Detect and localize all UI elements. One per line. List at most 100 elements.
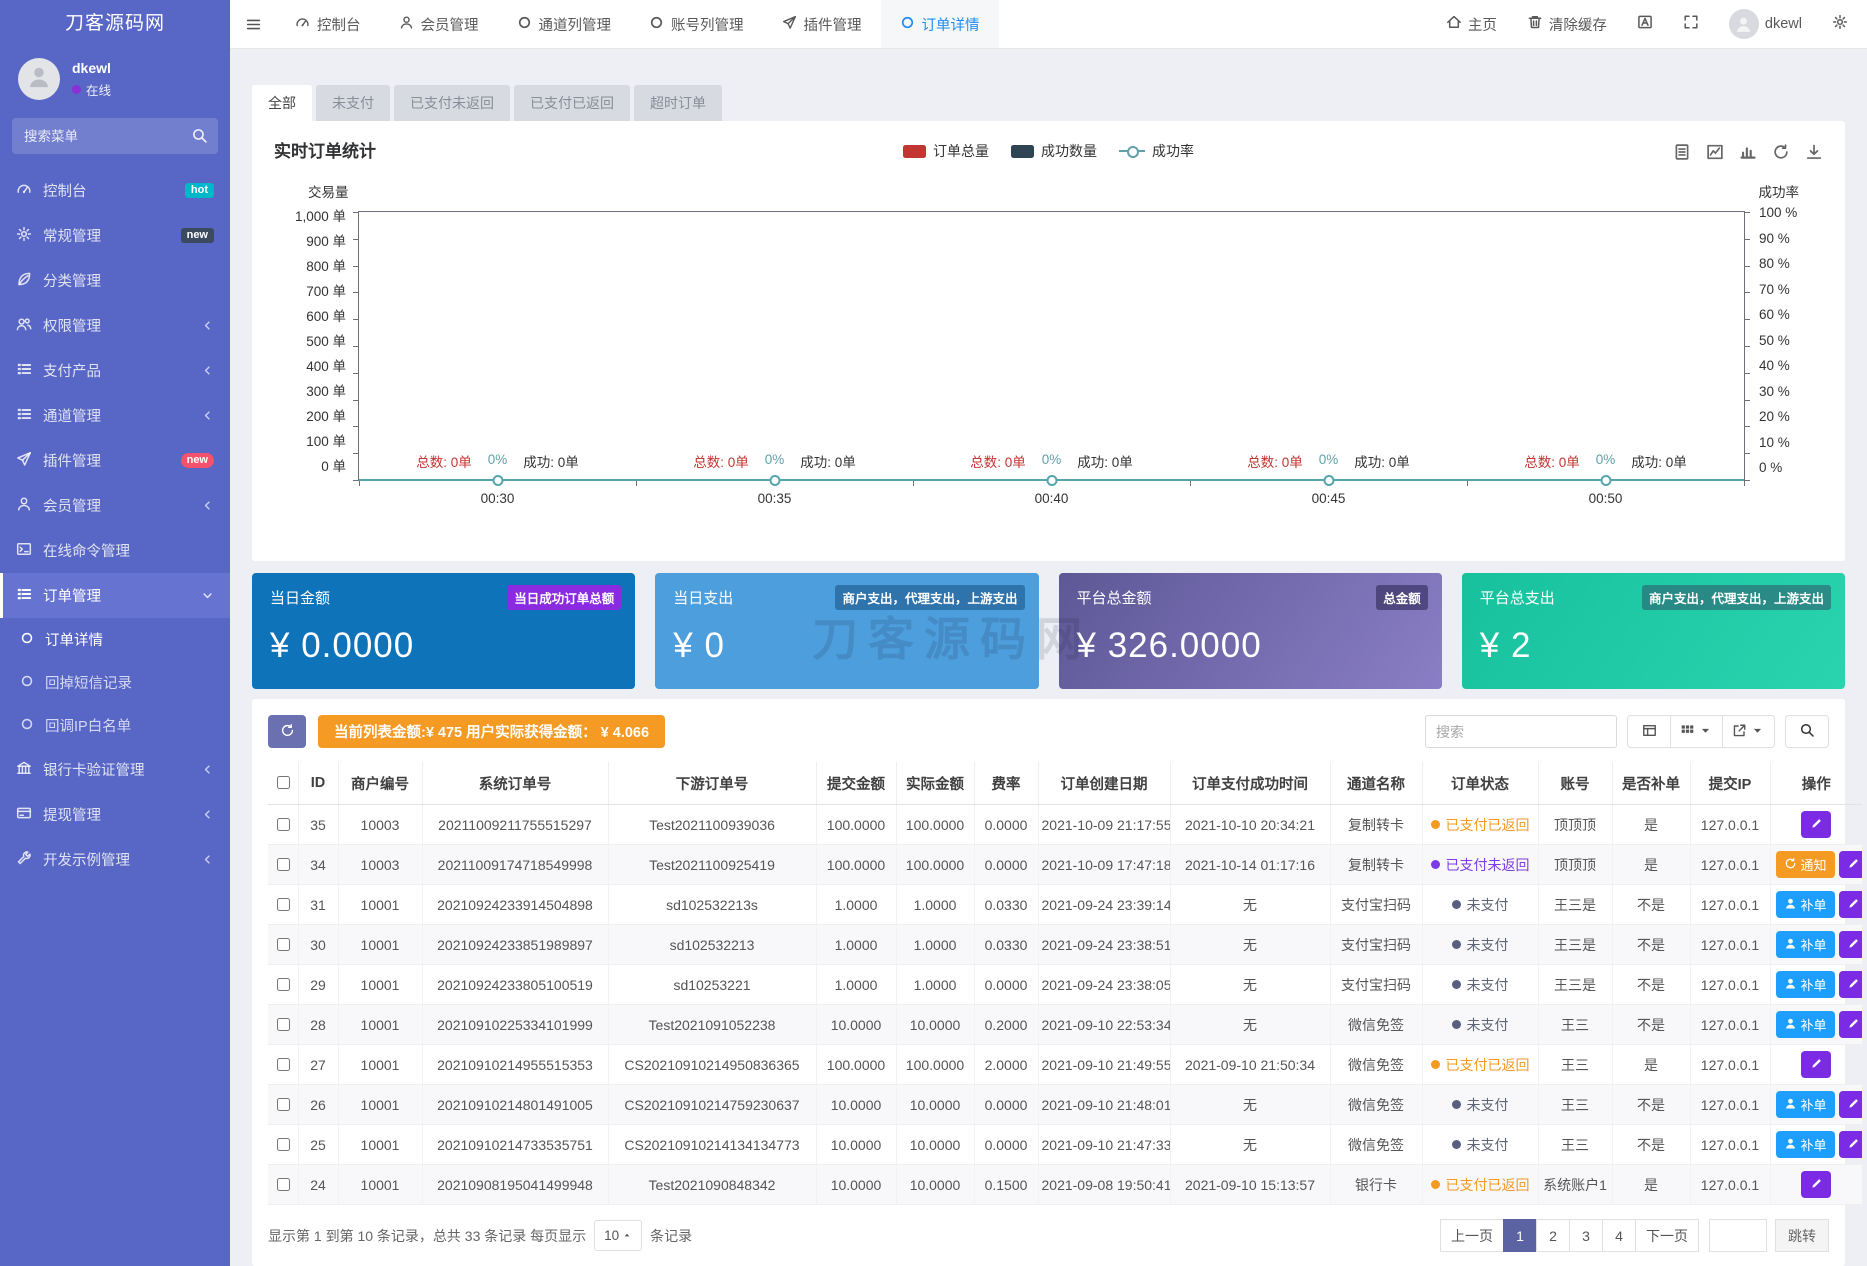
rate-label: 0%	[1042, 452, 1062, 467]
select-all-checkbox[interactable]	[277, 776, 290, 789]
edit-action-button[interactable]	[1801, 1171, 1831, 1198]
records-summary: 显示第 1 到第 10 条记录，总共 33 条记录 每页显示 10 条记录	[268, 1220, 692, 1251]
sidebar-item[interactable]: 权限管理	[0, 303, 230, 348]
toolbox-bar-chart-icon[interactable]	[1739, 143, 1757, 166]
reissue-action-button[interactable]: 补单	[1776, 1091, 1835, 1118]
sidebar-item[interactable]: 通道管理	[0, 393, 230, 438]
row-checkbox[interactable]	[277, 1098, 290, 1111]
reissue-action-button[interactable]: 补单	[1776, 891, 1835, 918]
settings-button[interactable]	[1819, 0, 1861, 48]
reissue-action-button[interactable]: 补单	[1776, 1011, 1835, 1038]
clear-cache-button[interactable]: 清除缓存	[1514, 0, 1620, 48]
sidebar-item[interactable]: 分类管理	[0, 258, 230, 303]
avatar	[1729, 9, 1759, 39]
page-button-1[interactable]: 1	[1503, 1219, 1537, 1252]
reissue-action-button[interactable]: 补单	[1776, 931, 1835, 958]
edit-action-button[interactable]	[1801, 1051, 1831, 1078]
column-header: 账号	[1538, 762, 1612, 805]
page-button-3[interactable]: 3	[1569, 1219, 1603, 1252]
table-search-input[interactable]	[1425, 715, 1617, 748]
status-dot	[1452, 1020, 1461, 1029]
sidebar-item[interactable]: 开发示例管理	[0, 837, 230, 882]
topnav-item[interactable]: 插件管理	[763, 0, 881, 48]
page-size-select[interactable]: 10	[594, 1220, 642, 1251]
row-checkbox[interactable]	[277, 938, 290, 951]
sidebar-menu: 控制台hot常规管理new分类管理权限管理支付产品通道管理插件管理new 会员管理…	[0, 168, 230, 1266]
legend-item[interactable]: 成功数量	[1011, 141, 1097, 161]
toggle-pagination-button[interactable]	[1627, 715, 1671, 748]
sidebar-item[interactable]: 银行卡验证管理	[0, 747, 230, 792]
row-checkbox[interactable]	[277, 1178, 290, 1191]
sidebar-subitem[interactable]: 回掉短信记录	[0, 661, 230, 704]
sidebar-search-input[interactable]	[12, 118, 218, 154]
toolbox-data-view-icon[interactable]	[1673, 143, 1691, 166]
sidebar-item[interactable]: 在线命令管理	[0, 528, 230, 573]
edit-action-button[interactable]	[1839, 931, 1862, 958]
row-checkbox[interactable]	[277, 1018, 290, 1031]
tab-已支付未返回[interactable]: 已支付未返回	[394, 85, 510, 121]
reissue-action-button[interactable]: 补单	[1776, 1131, 1835, 1158]
prev-page-button[interactable]: 上一页	[1440, 1219, 1504, 1252]
sidebar-subitem[interactable]: 订单详情	[0, 618, 230, 661]
edit-action-button[interactable]	[1839, 891, 1862, 918]
fullscreen-button[interactable]	[1670, 0, 1712, 48]
legend-item[interactable]: 订单总量	[903, 141, 989, 161]
page-button-2[interactable]: 2	[1536, 1219, 1570, 1252]
search-button[interactable]	[1785, 715, 1829, 748]
edit-action-button[interactable]	[1839, 1131, 1862, 1158]
legend-item[interactable]: 成功率	[1119, 141, 1194, 161]
notify-action-button[interactable]: 通知	[1776, 851, 1835, 878]
toolbox-line-chart-icon[interactable]	[1706, 143, 1724, 166]
sidebar-item-label: 会员管理	[43, 495, 190, 516]
edit-action-button[interactable]	[1839, 1091, 1862, 1118]
topnav-item[interactable]: 会员管理	[380, 0, 498, 48]
sidebar-item[interactable]: 插件管理new	[0, 438, 230, 483]
page-button-4[interactable]: 4	[1602, 1219, 1636, 1252]
row-checkbox[interactable]	[277, 978, 290, 991]
sidebar-item[interactable]: 会员管理	[0, 483, 230, 528]
jump-button[interactable]: 跳转	[1775, 1219, 1829, 1252]
edit-action-button[interactable]	[1839, 1011, 1862, 1038]
y-axis-tick	[353, 346, 359, 347]
menu-toggle-icon[interactable]	[230, 16, 276, 33]
columns-button[interactable]	[1670, 715, 1723, 748]
home-button[interactable]: 主页	[1433, 0, 1510, 48]
tab-超时订单[interactable]: 超时订单	[634, 85, 722, 121]
user-menu[interactable]: dkewl	[1716, 0, 1815, 48]
sidebar-item[interactable]: 常规管理new	[0, 213, 230, 258]
row-checkbox[interactable]	[277, 1058, 290, 1071]
reissue-flag: 是	[1612, 805, 1690, 845]
toolbox-save-image-icon[interactable]	[1805, 143, 1823, 166]
topnav-item-label: 通道列管理	[539, 14, 612, 35]
reissue-action-button[interactable]: 补单	[1776, 971, 1835, 998]
next-page-button[interactable]: 下一页	[1635, 1219, 1699, 1252]
refresh-button[interactable]	[268, 715, 306, 748]
edit-action-button[interactable]	[1839, 851, 1862, 878]
row-checkbox[interactable]	[277, 818, 290, 831]
search-icon[interactable]	[191, 127, 208, 144]
sidebar-item[interactable]: 提现管理	[0, 792, 230, 837]
tab-未支付[interactable]: 未支付	[316, 85, 390, 121]
row-checkbox[interactable]	[277, 858, 290, 871]
toolbox-restore-icon[interactable]	[1772, 143, 1790, 166]
edit-action-button[interactable]	[1839, 971, 1862, 998]
topnav-item[interactable]: 控制台	[276, 0, 380, 48]
sidebar-item[interactable]: 控制台hot	[0, 168, 230, 213]
sidebar-item[interactable]: 支付产品	[0, 348, 230, 393]
export-button[interactable]	[1722, 715, 1775, 748]
tab-已支付已返回[interactable]: 已支付已返回	[514, 85, 630, 121]
row-checkbox[interactable]	[277, 1138, 290, 1151]
topnav-item[interactable]: 账号列管理	[630, 0, 763, 48]
topnav-item[interactable]: 订单详情	[881, 0, 999, 48]
sidebar-item[interactable]: 订单管理	[0, 573, 230, 618]
jump-page-input[interactable]	[1709, 1219, 1767, 1252]
sidebar-subitem[interactable]: 回调IP白名单	[0, 704, 230, 747]
language-button[interactable]	[1624, 0, 1666, 48]
tab-全部[interactable]: 全部	[252, 85, 312, 121]
topnav-item-label: 控制台	[317, 14, 361, 35]
edit-action-button[interactable]	[1801, 811, 1831, 838]
submit-ip: 127.0.0.1	[1690, 1005, 1770, 1045]
topnav-item[interactable]: 通道列管理	[498, 0, 631, 48]
row-checkbox[interactable]	[277, 898, 290, 911]
paid-time: 2021-09-10 15:13:57	[1170, 1165, 1330, 1205]
